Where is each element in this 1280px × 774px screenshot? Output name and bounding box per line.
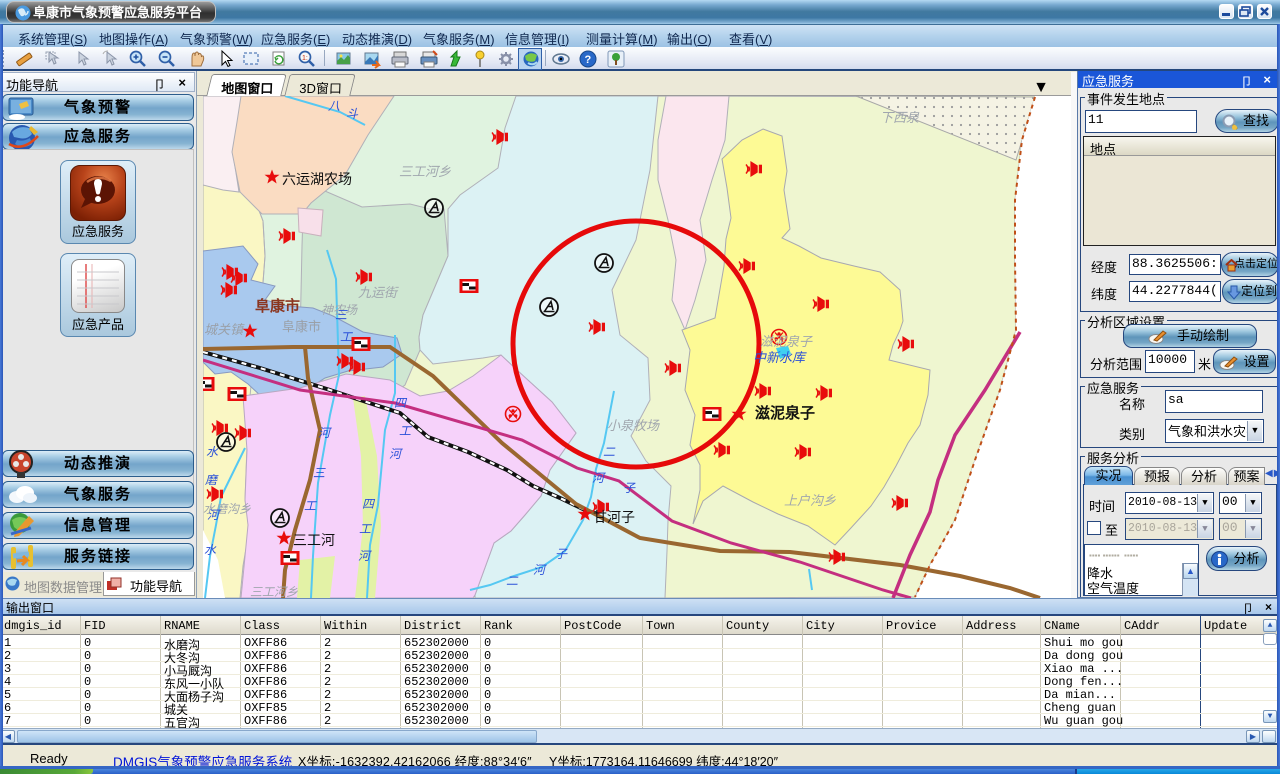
svg-text:磨: 磨 [205,473,219,487]
svg-text:工: 工 [304,499,317,513]
svg-text:三: 三 [313,466,326,480]
svg-text:河: 河 [318,426,332,440]
svg-text:滋泥泉子: 滋泥泉子 [755,404,815,422]
svg-text:四: 四 [394,396,408,410]
svg-text:上户沟乡: 上户沟乡 [784,493,836,508]
svg-text:工: 工 [359,522,372,536]
svg-text:水: 水 [204,543,217,557]
svg-text:水: 水 [206,445,219,459]
svg-text:河: 河 [389,447,403,461]
svg-text:阜康市: 阜康市 [255,297,300,315]
svg-text:八: 八 [328,99,340,113]
svg-text:三工河乡: 三工河乡 [250,585,298,598]
svg-text:阜康市: 阜康市 [282,319,321,334]
svg-text:二: 二 [506,574,519,588]
svg-text:?: ? [585,54,592,66]
svg-text:下西泉: 下西泉 [880,110,920,125]
svg-text:九运街: 九运街 [358,285,399,300]
svg-text:1:: 1: [302,55,308,62]
svg-text:中新水库: 中新水库 [753,350,807,365]
svg-text:子: 子 [623,481,636,495]
svg-text:三: 三 [335,308,348,322]
svg-text:六运湖农场: 六运湖农场 [282,171,352,187]
svg-text:工: 工 [399,424,412,438]
svg-text:二: 二 [603,445,616,459]
svg-text:河: 河 [533,563,547,577]
svg-text:河: 河 [358,549,372,563]
svg-text:工: 工 [340,330,353,344]
svg-text:四: 四 [362,497,376,511]
svg-text:城关镇: 城关镇 [204,322,245,337]
svg-text:三工河乡: 三工河乡 [399,164,451,179]
svg-text:三工河: 三工河 [293,532,335,548]
svg-text:斗: 斗 [346,107,359,121]
svg-text:小泉牧场: 小泉牧场 [607,418,660,433]
svg-text:河: 河 [592,471,606,485]
svg-text:河: 河 [207,508,221,522]
svg-text:甘河子: 甘河子 [593,509,635,525]
svg-text:子: 子 [555,547,568,561]
svg-text:滋泥泉子: 滋泥泉子 [760,334,813,349]
